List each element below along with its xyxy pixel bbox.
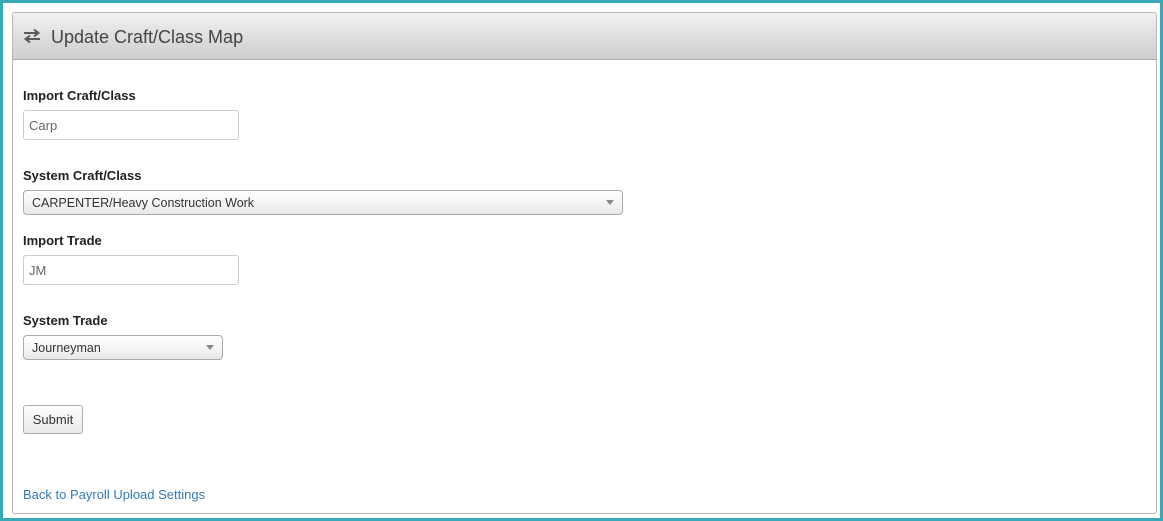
import-trade-label: Import Trade: [23, 233, 102, 248]
submit-button[interactable]: Submit: [23, 405, 83, 434]
import-craft-class-input[interactable]: [23, 110, 239, 140]
system-trade-select[interactable]: Journeyman: [23, 335, 223, 360]
system-craft-class-select[interactable]: CARPENTER/Heavy Construction Work: [23, 190, 623, 215]
exchange-arrows-icon: [22, 28, 42, 44]
panel-title: Update Craft/Class Map: [51, 27, 244, 47]
system-trade-selected-value: Journeyman: [32, 341, 101, 355]
panel-header: Update Craft/Class Map: [13, 13, 1156, 60]
import-craft-class-label: Import Craft/Class: [23, 88, 136, 103]
system-trade-label: System Trade: [23, 313, 108, 328]
system-craft-class-label: System Craft/Class: [23, 168, 142, 183]
import-trade-input[interactable]: [23, 255, 239, 285]
window-frame: Update Craft/Class Map Import Craft/Clas…: [0, 0, 1163, 521]
update-craft-class-panel: Update Craft/Class Map Import Craft/Clas…: [12, 12, 1157, 514]
chevron-down-icon: [606, 200, 614, 205]
system-craft-class-selected-value: CARPENTER/Heavy Construction Work: [32, 196, 255, 210]
back-to-payroll-upload-settings-link[interactable]: Back to Payroll Upload Settings: [23, 487, 205, 503]
chevron-down-icon: [206, 345, 214, 350]
